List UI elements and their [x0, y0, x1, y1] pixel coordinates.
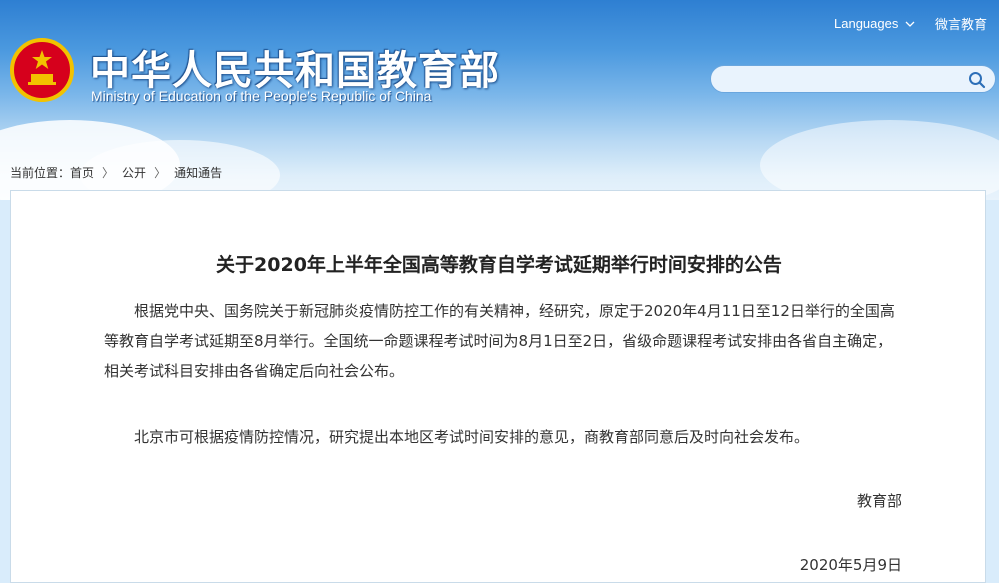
- national-emblem-icon: [10, 38, 74, 102]
- chevron-down-icon: [905, 21, 915, 27]
- breadcrumb-notices[interactable]: 通知通告: [174, 166, 222, 180]
- breadcrumb-separator: 〉: [154, 166, 167, 180]
- top-links: Languages 微言教育: [834, 14, 987, 33]
- breadcrumb-prefix: 当前位置：: [10, 166, 71, 180]
- article-title: 关于2020年上半年全国高等教育自学考试延期举行时间安排的公告: [216, 254, 782, 276]
- weibo-link[interactable]: 微言教育: [935, 14, 987, 33]
- breadcrumb-home[interactable]: 首页: [70, 166, 94, 180]
- article-panel: 关于2020年上半年全国高等教育自学考试延期举行时间安排的公告 根据党中央、国务…: [10, 190, 986, 583]
- article-paragraph: 根据党中央、国务院关于新冠肺炎疫情防控工作的有关精神，经研究，原定于2020年4…: [104, 302, 895, 380]
- cloud-decoration: [760, 120, 999, 200]
- article-paragraph: 北京市可根据疫情防控情况，研究提出本地区考试时间安排的意见，商教育部同意后及时向…: [134, 428, 810, 446]
- article-signature: 教育部: [856, 492, 902, 510]
- languages-menu[interactable]: Languages: [834, 16, 915, 31]
- article-date: 2020年5月9日: [799, 556, 902, 574]
- breadcrumb: 当前位置：首页〉公开〉通知通告: [10, 164, 222, 181]
- languages-label: Languages: [834, 16, 899, 31]
- search-input[interactable]: [723, 69, 967, 91]
- search-icon[interactable]: [967, 70, 987, 90]
- breadcrumb-separator: 〉: [102, 166, 115, 180]
- search-box: [710, 65, 996, 93]
- site-subtitle: Ministry of Education of the People's Re…: [91, 88, 432, 104]
- breadcrumb-public[interactable]: 公开: [122, 166, 146, 180]
